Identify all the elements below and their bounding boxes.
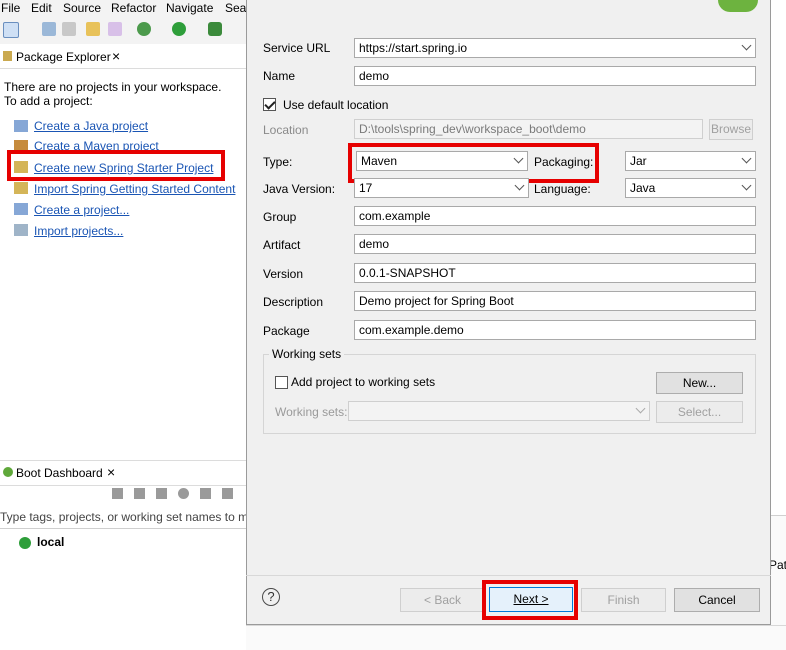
browse-button[interactable]: Browse bbox=[709, 119, 753, 140]
add-to-working-sets-checkbox[interactable] bbox=[275, 376, 288, 389]
cancel-button[interactable]: Cancel bbox=[674, 588, 760, 612]
menu-navigate[interactable]: Navigate bbox=[166, 1, 213, 15]
chevron-down-icon bbox=[635, 403, 646, 414]
save-all-icon[interactable] bbox=[62, 22, 76, 36]
service-url-combo[interactable]: https://start.spring.io bbox=[354, 38, 756, 58]
debug-icon[interactable] bbox=[137, 22, 151, 36]
import-projects-link[interactable]: Import projects... bbox=[34, 224, 123, 238]
service-url-value: https://start.spring.io bbox=[359, 41, 468, 55]
spring-logo-icon bbox=[718, 0, 758, 12]
language-combo[interactable]: Java bbox=[625, 178, 756, 198]
java-version-label: Java Version: bbox=[263, 182, 336, 196]
back-button[interactable]: < Back bbox=[400, 588, 485, 612]
start-icon[interactable] bbox=[112, 488, 123, 499]
save-icon[interactable] bbox=[42, 22, 56, 36]
group-input[interactable]: com.example bbox=[354, 206, 756, 226]
new-file-icon[interactable] bbox=[3, 22, 19, 38]
highlight-next-button bbox=[482, 580, 578, 620]
local-server-label[interactable]: local bbox=[37, 535, 64, 549]
open-browser-icon[interactable] bbox=[178, 488, 189, 499]
packaging-value: Jar bbox=[630, 154, 647, 168]
import-spring-getting-started-link[interactable]: Import Spring Getting Started Content bbox=[34, 182, 235, 196]
description-input[interactable]: Demo project for Spring Boot bbox=[354, 291, 756, 311]
console-icon[interactable] bbox=[200, 488, 211, 499]
menu-file[interactable]: File bbox=[1, 1, 20, 15]
boot-dashboard-tab[interactable]: Boot Dashboard × bbox=[0, 460, 246, 486]
packaging-combo[interactable]: Jar bbox=[625, 151, 756, 171]
menu-refactor[interactable]: Refactor bbox=[111, 1, 156, 15]
version-input[interactable]: 0.0.1-SNAPSHOT bbox=[354, 263, 756, 283]
path-column-header: Pat bbox=[769, 558, 786, 572]
language-value: Java bbox=[630, 181, 656, 195]
import-projects-icon bbox=[14, 224, 28, 236]
select-working-set-button[interactable]: Select... bbox=[656, 401, 743, 423]
add-to-working-sets-label: Add project to working sets bbox=[291, 375, 436, 389]
run-icon[interactable] bbox=[172, 22, 186, 36]
name-input[interactable]: demo bbox=[354, 66, 756, 86]
new-working-set-button[interactable]: New... bbox=[656, 372, 743, 394]
close-icon[interactable]: × bbox=[112, 48, 120, 64]
java-project-icon bbox=[14, 120, 28, 132]
highlight-type-packaging bbox=[348, 143, 599, 183]
new-spring-starter-dialog bbox=[246, 0, 771, 625]
menu-edit[interactable]: Edit bbox=[31, 1, 52, 15]
group-label: Group bbox=[263, 210, 297, 224]
dashboard-filter-input[interactable]: Type tags, projects, or working set name… bbox=[0, 510, 246, 529]
menu-bar: File Edit Source Refactor Navigate Sear bbox=[0, 0, 250, 18]
working-sets-combo[interactable] bbox=[348, 401, 650, 421]
menu-source[interactable]: Source bbox=[63, 1, 101, 15]
artifact-input[interactable]: demo bbox=[354, 234, 756, 254]
new-project-icon bbox=[14, 203, 28, 215]
package-explorer-title: Package Explorer bbox=[16, 50, 111, 64]
checkmark-icon bbox=[264, 98, 276, 110]
use-default-location-checkbox[interactable] bbox=[263, 98, 276, 111]
language-label: Language: bbox=[534, 182, 591, 196]
location-label: Location bbox=[263, 123, 309, 137]
debug-icon[interactable] bbox=[134, 488, 145, 499]
artifact-label: Artifact bbox=[263, 238, 301, 252]
help-icon[interactable]: ? bbox=[262, 588, 280, 606]
empty-workspace-message: There are no projects in your workspace. bbox=[4, 80, 222, 94]
working-sets-group-label: Working sets bbox=[269, 347, 345, 361]
chevron-down-icon bbox=[741, 180, 752, 191]
stop-icon[interactable] bbox=[156, 488, 167, 499]
dashboard-toolbar bbox=[112, 488, 242, 502]
close-icon[interactable]: × bbox=[107, 464, 115, 480]
package-explorer-tab[interactable]: Package Explorer × bbox=[0, 46, 246, 69]
button-bar-divider bbox=[246, 575, 771, 576]
service-url-label: Service URL bbox=[263, 41, 331, 55]
local-server-icon bbox=[19, 537, 31, 549]
external-tools-icon[interactable] bbox=[208, 22, 222, 36]
settings-icon[interactable] bbox=[222, 488, 233, 499]
add-project-message: To add a project: bbox=[4, 94, 93, 108]
package-input[interactable]: com.example.demo bbox=[354, 320, 756, 340]
boot-dashboard-title: Boot Dashboard bbox=[16, 466, 103, 480]
version-label: Version bbox=[263, 267, 304, 281]
create-project-link[interactable]: Create a project... bbox=[34, 203, 129, 217]
open-folder-icon[interactable] bbox=[86, 22, 100, 36]
chevron-down-icon bbox=[741, 153, 752, 164]
description-label: Description bbox=[263, 295, 324, 309]
background-table bbox=[246, 625, 786, 650]
working-sets-label: Working sets: bbox=[275, 405, 348, 419]
java-version-combo[interactable]: 17 bbox=[354, 178, 529, 198]
chevron-down-icon bbox=[741, 40, 752, 51]
type-label: Type: bbox=[263, 155, 293, 169]
use-default-location-label: Use default location bbox=[283, 98, 389, 112]
package-label: Package bbox=[263, 324, 310, 338]
name-label: Name bbox=[263, 69, 296, 83]
spring-import-icon bbox=[14, 182, 28, 194]
highlight-spring-starter-link bbox=[7, 150, 225, 181]
create-java-project-link[interactable]: Create a Java project bbox=[34, 119, 148, 133]
package-explorer-icon bbox=[3, 51, 12, 61]
finish-button[interactable]: Finish bbox=[581, 588, 666, 612]
chevron-down-icon bbox=[514, 180, 525, 191]
refresh-icon[interactable] bbox=[108, 22, 122, 36]
java-version-value: 17 bbox=[359, 181, 373, 195]
spring-boot-icon bbox=[3, 467, 13, 477]
location-input[interactable]: D:\tools\spring_dev\workspace_boot\demo bbox=[354, 119, 703, 139]
